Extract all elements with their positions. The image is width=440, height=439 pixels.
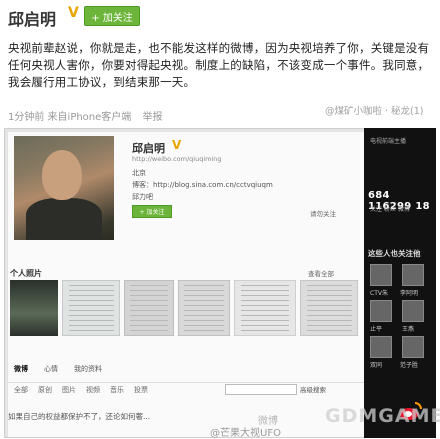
- report-link[interactable]: 举报: [142, 112, 162, 123]
- avatar[interactable]: [370, 336, 392, 358]
- photo-thumbnail[interactable]: [124, 280, 174, 336]
- avatar[interactable]: [402, 264, 424, 286]
- photo-thumbnail[interactable]: [10, 280, 58, 336]
- post-time: 1分钟前 来自iPhone客户端: [8, 112, 132, 123]
- filter-music[interactable]: 音乐: [110, 383, 124, 396]
- filter-original[interactable]: 原创: [38, 383, 52, 396]
- feed-snippet: 如果自己的权益都保护不了，还论如何奢...: [8, 412, 151, 421]
- photo-body: [26, 198, 102, 240]
- author-name[interactable]: 邱启明: [8, 6, 56, 30]
- post-header: 邱启明 V + 加关注: [0, 0, 440, 34]
- post-text: 央视前辈赵说，你就是走，也不能发这样的微博，因为央视培养了你，关键是没有任何央视…: [8, 41, 430, 89]
- photo-thumbnail[interactable]: [234, 280, 296, 336]
- blog-link[interactable]: 博客：http://blog.sina.com.cn/cctvqiuqm: [132, 179, 273, 191]
- avatar-label[interactable]: 李阿明: [400, 288, 418, 297]
- avatar-label[interactable]: 范子胜: [400, 360, 418, 369]
- filter-images[interactable]: 图片: [62, 383, 76, 396]
- profile-sidebar: 电视前端主播 684 116299 18 关注 粉丝 微博 这些人也关注他 CT…: [364, 128, 436, 438]
- sidebar-label: 电视前端主播: [370, 138, 407, 145]
- avatar-label[interactable]: 王燕: [402, 324, 414, 333]
- profile-side-note[interactable]: 请勿关注: [310, 208, 336, 218]
- photo-thumbnail[interactable]: [62, 280, 120, 336]
- tab-profile[interactable]: 我的资料: [74, 362, 102, 376]
- photos-heading: 个人照片: [10, 269, 42, 278]
- photo-thumbnail[interactable]: [178, 280, 230, 336]
- profile-tabs: 微博 心情 我的资料: [8, 362, 364, 376]
- avatar[interactable]: [370, 300, 392, 322]
- filter-all[interactable]: 全部: [14, 383, 28, 396]
- filter-vote[interactable]: 投票: [134, 383, 148, 396]
- photo-face: [42, 150, 82, 200]
- watermark-logo: GDMGAME: [325, 405, 440, 427]
- sidebar-stats-label: 关注 粉丝 微博: [370, 206, 410, 213]
- avatar[interactable]: [370, 264, 392, 286]
- watermark-top: @煤矿小咖啦 · 秘龙(1): [325, 106, 424, 117]
- avatar-label[interactable]: CTV朱: [370, 288, 388, 297]
- sidebar-section-title: 这些人也关注他: [368, 249, 421, 258]
- advanced-search-link[interactable]: 高级搜索: [300, 384, 326, 394]
- follow-button[interactable]: + 加关注: [84, 6, 140, 26]
- profile-extra: 邱力吧: [132, 193, 153, 201]
- filter-video[interactable]: 视频: [86, 383, 100, 396]
- location-text: 北京: [132, 169, 146, 177]
- verified-icon: V: [68, 5, 79, 21]
- tab-mood[interactable]: 心情: [44, 362, 58, 376]
- avatar-label[interactable]: 止平: [370, 324, 382, 333]
- profile-name[interactable]: 邱启明: [132, 140, 165, 156]
- post-meta: 1分钟前 来自iPhone客户端 举报: [8, 108, 162, 123]
- avatar[interactable]: [402, 300, 424, 322]
- profile-url[interactable]: http://weibo.com/qiuqiming: [132, 155, 222, 163]
- profile-follow-button[interactable]: + 加关注: [132, 205, 172, 218]
- profile-search-input[interactable]: [225, 384, 297, 395]
- profile-info: 北京 博客：http://blog.sina.com.cn/cctvqiuqm …: [132, 167, 273, 203]
- tab-weibo[interactable]: 微博: [14, 362, 28, 376]
- profile-verified-icon: V: [172, 138, 182, 152]
- photos-more-link[interactable]: 查看全部: [308, 268, 334, 278]
- photo-thumbnail[interactable]: [300, 280, 358, 336]
- watermark-source: @芒果大视UFO: [210, 428, 281, 439]
- avatar-label[interactable]: 双同: [370, 360, 382, 369]
- avatar[interactable]: [402, 336, 424, 358]
